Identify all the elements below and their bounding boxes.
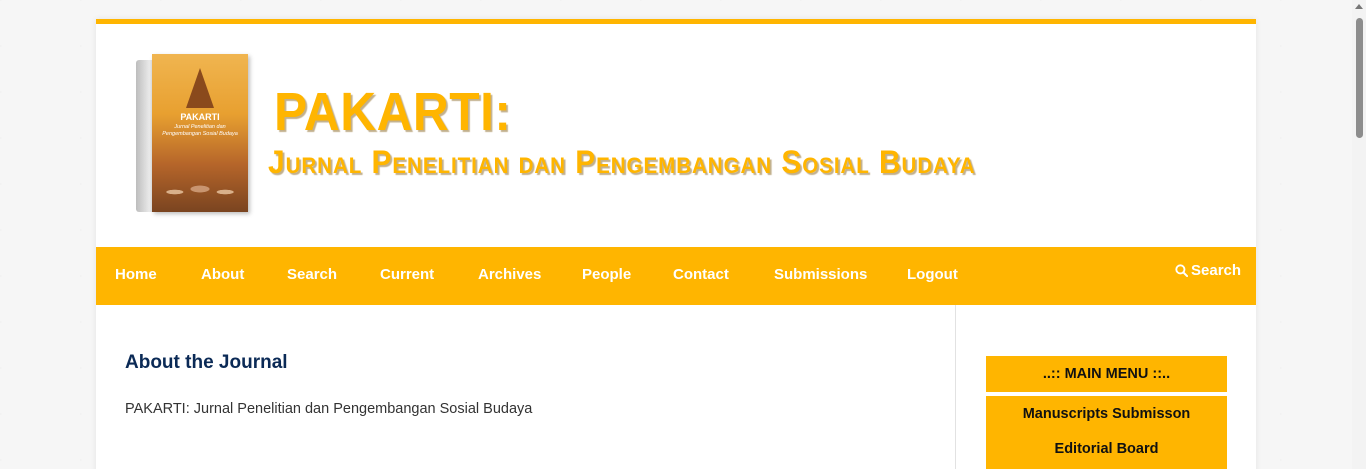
search-link-label: Search [1191,262,1242,279]
journal-description: PAKARTI: Jurnal Penelitian dan Pengemban… [125,401,533,417]
nav-current[interactable]: Current [380,266,434,284]
nav-about[interactable]: About [201,266,244,284]
page-container: PAKARTI Jurnal Penelitian dan Pengembang… [96,19,1256,469]
nav-contact[interactable]: Contact [673,266,729,284]
nav-search[interactable]: Search [287,266,337,284]
temple-illustration [186,68,214,108]
site-header: PAKARTI Jurnal Penelitian dan Pengembang… [96,24,1256,247]
site-title[interactable]: PAKARTI: [274,82,511,142]
cover-subtitle: Jurnal Penelitian dan Pengembangan Sosia… [162,124,238,137]
nav-submissions[interactable]: Submissions [774,266,867,284]
scrollbar-thumb[interactable] [1356,18,1363,138]
page-title: About the Journal [125,352,288,373]
main-nav: Home About Search Current Archives Peopl… [96,247,1256,305]
nav-logout[interactable]: Logout [907,266,958,284]
site-subtitle[interactable]: Jurnal Penelitian dan Pengembangan Sosia… [268,142,976,182]
main-content: About the Journal PAKARTI: Jurnal Peneli… [96,305,956,469]
sidebar-editorial-board[interactable]: Editorial Board [986,431,1227,467]
sidebar-manuscripts-submission[interactable]: Manuscripts Submisson [986,396,1227,432]
sidebar-main-menu-header: ..:: MAIN MENU ::.. [986,356,1227,392]
people-illustration [158,174,242,204]
search-link[interactable]: Search [1175,262,1241,280]
nav-people[interactable]: People [582,266,631,284]
journal-cover-logo[interactable]: PAKARTI Jurnal Penelitian dan Pengembang… [136,54,248,212]
nav-home[interactable]: Home [115,266,157,284]
book-cover: PAKARTI Jurnal Penelitian dan Pengembang… [152,54,248,212]
scroll-up-icon[interactable] [1355,4,1363,9]
search-icon [1175,264,1189,278]
nav-archives[interactable]: Archives [478,266,541,284]
page-scrollbar[interactable] [1352,0,1366,469]
cover-title: PAKARTI [180,112,220,122]
